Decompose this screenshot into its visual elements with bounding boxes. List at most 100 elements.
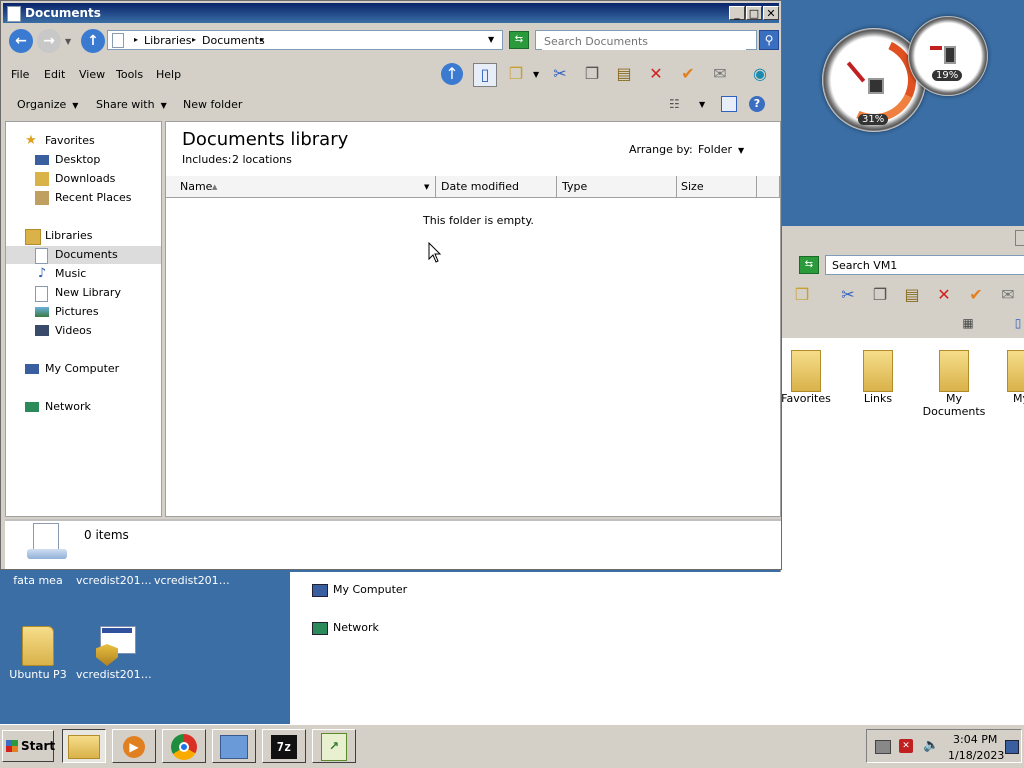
nav-network[interactable]: Network <box>6 398 161 416</box>
desktop-icon-vcredist2010-installer[interactable]: vcredist2010... <box>76 624 156 681</box>
taskbar-explorer[interactable] <box>62 729 106 763</box>
bg-nav-my-computer[interactable]: My Computer <box>312 583 407 597</box>
column-filter-icon[interactable]: ▼ <box>424 176 429 198</box>
menu-help[interactable]: Help <box>156 68 181 81</box>
column-header-type[interactable]: Type <box>557 176 677 198</box>
address-bar[interactable]: ▸ Libraries ▸ Documents ▸ ▼ <box>107 30 503 50</box>
copy-icon[interactable]: ❐ <box>869 284 891 306</box>
nav-downloads[interactable]: Downloads <box>6 170 161 188</box>
preview-pane-icon[interactable]: ▯ <box>1007 312 1024 334</box>
documents-explorer-window[interactable]: Documents _ □ ✕ ← → ▼ ↑ ▸ Libraries ▸ Do… <box>0 0 782 570</box>
delete-icon[interactable]: ✕ <box>645 63 667 85</box>
file-list-pane[interactable]: Documents library Includes: 2 locations … <box>165 121 781 517</box>
close-button[interactable]: ✕ <box>763 6 779 20</box>
nav-favorites[interactable]: ★ Favorites <box>6 132 161 150</box>
nav-documents[interactable]: Documents <box>6 246 161 264</box>
new-folder-button[interactable]: New folder <box>183 98 242 111</box>
nav-new-library[interactable]: New Library <box>6 284 161 302</box>
email-icon[interactable]: ✉ <box>709 63 731 85</box>
breadcrumb-documents[interactable]: Documents <box>202 34 265 47</box>
search-box[interactable] <box>535 30 757 50</box>
search-icon[interactable]: ⚲ <box>759 30 779 50</box>
nav-recent-places[interactable]: Recent Places <box>6 189 161 207</box>
menu-edit[interactable]: Edit <box>44 68 65 81</box>
clock-time[interactable]: 3:04 PM <box>953 733 997 746</box>
paste-icon[interactable]: ▤ <box>613 63 635 85</box>
taskbar-chrome[interactable] <box>162 729 206 763</box>
column-header-date-modified[interactable]: Date modified <box>436 176 557 198</box>
nav-libraries[interactable]: Libraries <box>6 227 161 245</box>
network-tray-icon[interactable] <box>875 740 891 754</box>
view-icon[interactable]: ▦ <box>957 312 979 334</box>
folders-pane-icon[interactable]: ▯ <box>473 63 497 87</box>
nav-videos[interactable]: Videos <box>6 322 161 340</box>
address-dropdown-icon[interactable]: ▼ <box>488 35 494 44</box>
desktop-icon-vcredist2010[interactable]: vcredist2010... <box>76 572 156 587</box>
help-icon[interactable]: ? <box>749 96 765 112</box>
bg-folder-my[interactable]: My <box>1001 350 1024 405</box>
arrange-by-dropdown[interactable]: Folder ▼ <box>698 143 744 156</box>
start-label: Start <box>21 739 56 753</box>
properties-icon[interactable]: ✔ <box>677 63 699 85</box>
bg-close-button[interactable] <box>1015 230 1024 246</box>
desktop-icon-vcredist2015[interactable]: vcredist2015... <box>154 572 234 587</box>
recent-pages-chevron-icon[interactable]: ▼ <box>65 37 71 46</box>
forward-button[interactable]: → <box>37 29 61 53</box>
bg-folder-my-documents[interactable]: My Documents <box>919 350 989 418</box>
nav-my-computer[interactable]: My Computer <box>6 360 161 378</box>
show-desktop-icon[interactable] <box>1005 740 1019 754</box>
cut-icon[interactable]: ✂ <box>837 284 859 306</box>
breadcrumb-separator: ▸ <box>260 35 265 44</box>
up-button[interactable]: ↑ <box>81 29 105 53</box>
delete-icon[interactable]: ✕ <box>933 284 955 306</box>
favorite-dropdown-icon[interactable]: ▼ <box>533 70 539 79</box>
view-options-dropdown-icon[interactable]: ▼ <box>699 100 705 109</box>
taskbar-media-player[interactable]: ▶ <box>112 729 156 763</box>
favorite-folder-icon[interactable]: ❒ <box>791 284 813 306</box>
desktop-icon-ubuntu-p3[interactable]: Ubuntu P3 <box>0 626 78 681</box>
column-header-name[interactable]: Name ▲ ▼ <box>166 176 436 198</box>
search-input[interactable] <box>542 32 746 50</box>
back-button[interactable]: ← <box>9 29 33 53</box>
change-view-icon[interactable]: ☷ <box>669 97 680 111</box>
menu-view[interactable]: View <box>79 68 105 81</box>
nav-music[interactable]: ♪ Music <box>6 265 161 283</box>
column-header-size[interactable]: Size <box>677 176 757 198</box>
bg-search-box[interactable]: Search VM1 <box>825 255 1024 275</box>
bg-nav-network[interactable]: Network <box>312 621 379 635</box>
refresh-icon[interactable]: ⇆ <box>799 256 819 274</box>
security-warning-icon[interactable]: ✕ <box>899 739 913 753</box>
clock-date[interactable]: 1/18/2023 <box>948 749 1004 762</box>
share-with-button[interactable]: Share with ▼ <box>96 98 167 111</box>
taskbar-7zip[interactable]: 7z <box>262 729 306 763</box>
nav-pictures[interactable]: Pictures <box>6 303 161 321</box>
taskbar-control-panel[interactable] <box>212 729 256 763</box>
bg-folder-links[interactable]: Links <box>853 350 903 405</box>
locations-link[interactable]: 2 locations <box>232 153 292 166</box>
refresh-icon[interactable]: ⇆ <box>509 31 529 49</box>
email-icon[interactable]: ✉ <box>997 284 1019 306</box>
minimize-button[interactable]: _ <box>729 6 745 20</box>
paste-icon[interactable]: ▤ <box>901 284 923 306</box>
menu-file[interactable]: File <box>11 68 29 81</box>
background-explorer-window[interactable]: ⇆ Search VM1 ❒ ✂ ❐ ▤ ✕ ✔ ✉ ▦ ▯ Favorites… <box>780 226 1024 576</box>
cut-icon[interactable]: ✂ <box>549 63 571 85</box>
bg-folder-favorites[interactable]: Favorites <box>781 350 831 405</box>
desktop-icon-fata-mea[interactable]: fata mea <box>0 572 78 587</box>
favorite-folder-icon[interactable]: ❒ <box>505 63 527 85</box>
taskbar-notepad[interactable]: ↗ <box>312 729 356 763</box>
up-folder-icon[interactable]: ↑ <box>441 63 463 85</box>
title-bar[interactable]: Documents _ □ ✕ <box>3 3 779 23</box>
volume-icon[interactable]: 🔈 <box>923 738 939 753</box>
menu-tools[interactable]: Tools <box>116 68 143 81</box>
memory-meter-gadget[interactable]: 19% <box>908 16 988 96</box>
copy-icon[interactable]: ❐ <box>581 63 603 85</box>
nav-desktop[interactable]: Desktop <box>6 151 161 169</box>
maximize-button[interactable]: □ <box>746 6 762 20</box>
properties-icon[interactable]: ✔ <box>965 284 987 306</box>
breadcrumb-libraries[interactable]: Libraries <box>144 34 192 47</box>
organize-button[interactable]: Organize ▼ <box>17 98 78 111</box>
globe-icon[interactable]: ◉ <box>749 63 771 85</box>
preview-pane-icon[interactable] <box>721 96 737 112</box>
start-button[interactable]: Start <box>2 730 56 762</box>
